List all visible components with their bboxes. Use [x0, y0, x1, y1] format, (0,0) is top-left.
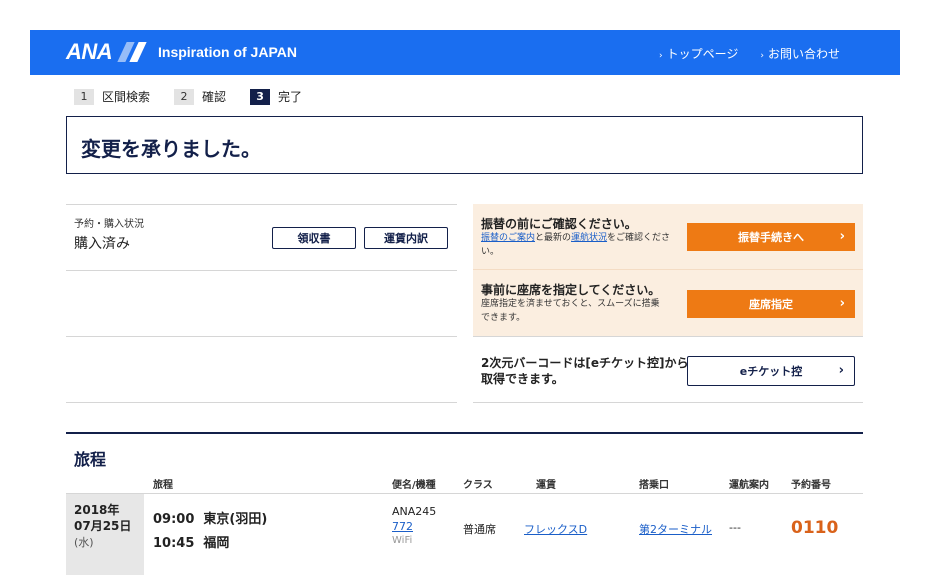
nav-top-page[interactable]: › トップページ: [659, 45, 738, 62]
progress-steps: 1 区間検索 2 確認 3 完了: [74, 88, 302, 105]
note-text: と最新の: [535, 233, 572, 243]
eticket-notice: 2次元バーコードは[eチケット控]から取得できます。 eチケット控 ›: [473, 336, 863, 403]
change-procedure-label: 振替手続きへ: [738, 231, 804, 244]
flight-date: 2018年 07月25日: [74, 503, 132, 533]
divider: [66, 493, 863, 494]
col-header-reservation: 予約番号: [791, 480, 831, 491]
ana-logo[interactable]: ANA: [66, 38, 150, 66]
logo-text: ANA: [66, 39, 113, 64]
col-header-itinerary: 旅程: [153, 480, 173, 491]
chevron-right-icon: ›: [839, 296, 845, 311]
col-header-flight: 便名/機種: [392, 480, 436, 491]
flight-number: ANA245: [392, 505, 437, 518]
purchase-status-value: 購入済み: [74, 236, 130, 252]
col-header-ops: 運航案内: [729, 480, 769, 491]
eticket-notice-title: 2次元バーコードは[eチケット控]から取得できます。: [481, 356, 689, 386]
date-cell: 2018年 07月25日 (水): [66, 494, 144, 575]
flight-status-link[interactable]: 運航状況: [571, 233, 607, 243]
seat-class: 普通席: [463, 523, 496, 536]
seat-notice-title: 事前に座席を指定してください。: [481, 283, 661, 297]
step-3: 3 完了: [250, 88, 302, 105]
step-number: 1: [74, 88, 94, 105]
change-procedure-button[interactable]: 振替手続きへ ›: [687, 223, 855, 251]
purchase-status-label: 予約・購入状況: [74, 219, 144, 230]
step-number: 3: [250, 88, 271, 105]
itinerary-title: 旅程: [74, 450, 107, 469]
completion-box: 変更を承りました。: [66, 116, 863, 174]
receipt-button[interactable]: 領収書: [272, 227, 356, 249]
fare-breakdown-button[interactable]: 運賃内訳: [364, 227, 448, 249]
step-number: 2: [174, 88, 195, 105]
fare-link[interactable]: フレックスD: [524, 521, 587, 537]
nav-contact-label: お問い合わせ: [767, 47, 840, 61]
change-notice-title: 振替の前にご確認ください。: [481, 217, 637, 231]
change-guide-link[interactable]: 振替のご案内: [481, 233, 535, 243]
aircraft-link[interactable]: 772: [392, 520, 413, 533]
step-2: 2 確認: [174, 88, 226, 105]
nav-contact[interactable]: › お問い合わせ: [760, 45, 840, 62]
seat-notice: 事前に座席を指定してください。 座席指定を済ませておくと、スムーズに搭乗できます…: [473, 270, 863, 336]
logo-mark-icon: [116, 42, 150, 62]
empty-row: [66, 336, 457, 403]
arrival: 10:45 福岡: [153, 536, 230, 551]
flight-weekday: (水): [74, 536, 94, 549]
gate-link[interactable]: 第2ターミナル: [639, 521, 712, 537]
step-label: 確認: [202, 90, 227, 104]
nav-top-page-label: トップページ: [666, 47, 739, 61]
purchase-panel: 予約・購入状況 購入済み 領収書 運賃内訳: [66, 204, 457, 404]
header-nav: › トップページ › お問い合わせ: [659, 45, 840, 62]
empty-row: [66, 270, 457, 336]
reservation-number: 0110: [791, 518, 839, 538]
chevron-right-icon: ›: [760, 51, 764, 61]
wifi-label: WiFi: [392, 535, 413, 546]
tagline: Inspiration of JAPAN: [158, 44, 297, 60]
eticket-button[interactable]: eチケット控 ›: [687, 356, 855, 386]
step-label: 完了: [278, 90, 303, 104]
site-header: ANA Inspiration of JAPAN › トップページ › お問い合わせ: [30, 30, 900, 75]
eticket-label: eチケット控: [739, 365, 803, 378]
step-label: 区間検索: [102, 90, 151, 104]
seat-notice-note: 座席指定を済ませておくと、スムーズに搭乗できます。: [481, 299, 660, 323]
seat-select-label: 座席指定: [749, 298, 793, 311]
chevron-right-icon: ›: [839, 229, 845, 244]
divider: [66, 432, 863, 434]
departure: 09:00 東京(羽田): [153, 512, 268, 527]
seat-select-button[interactable]: 座席指定 ›: [687, 290, 855, 318]
step-1: 1 区間検索: [74, 88, 150, 105]
completion-message: 変更を承りました。: [81, 137, 261, 161]
notices-panel: 振替の前にご確認ください。 振替のご案内と最新の運航状況をご確認ください。 振替…: [473, 204, 863, 404]
col-header-class: クラス: [463, 480, 493, 491]
col-header-fare: 運賃: [536, 480, 556, 491]
purchase-status-row: 予約・購入状況 購入済み 領収書 運賃内訳: [66, 204, 457, 270]
change-notice: 振替の前にご確認ください。 振替のご案内と最新の運航状況をご確認ください。 振替…: [473, 204, 863, 270]
col-header-gate: 搭乗口: [639, 480, 669, 491]
chevron-right-icon: ›: [838, 363, 844, 378]
chevron-right-icon: ›: [659, 51, 663, 61]
ops-info: ---: [729, 521, 741, 534]
change-notice-note: 振替のご案内と最新の運航状況をご確認ください。: [481, 231, 681, 259]
